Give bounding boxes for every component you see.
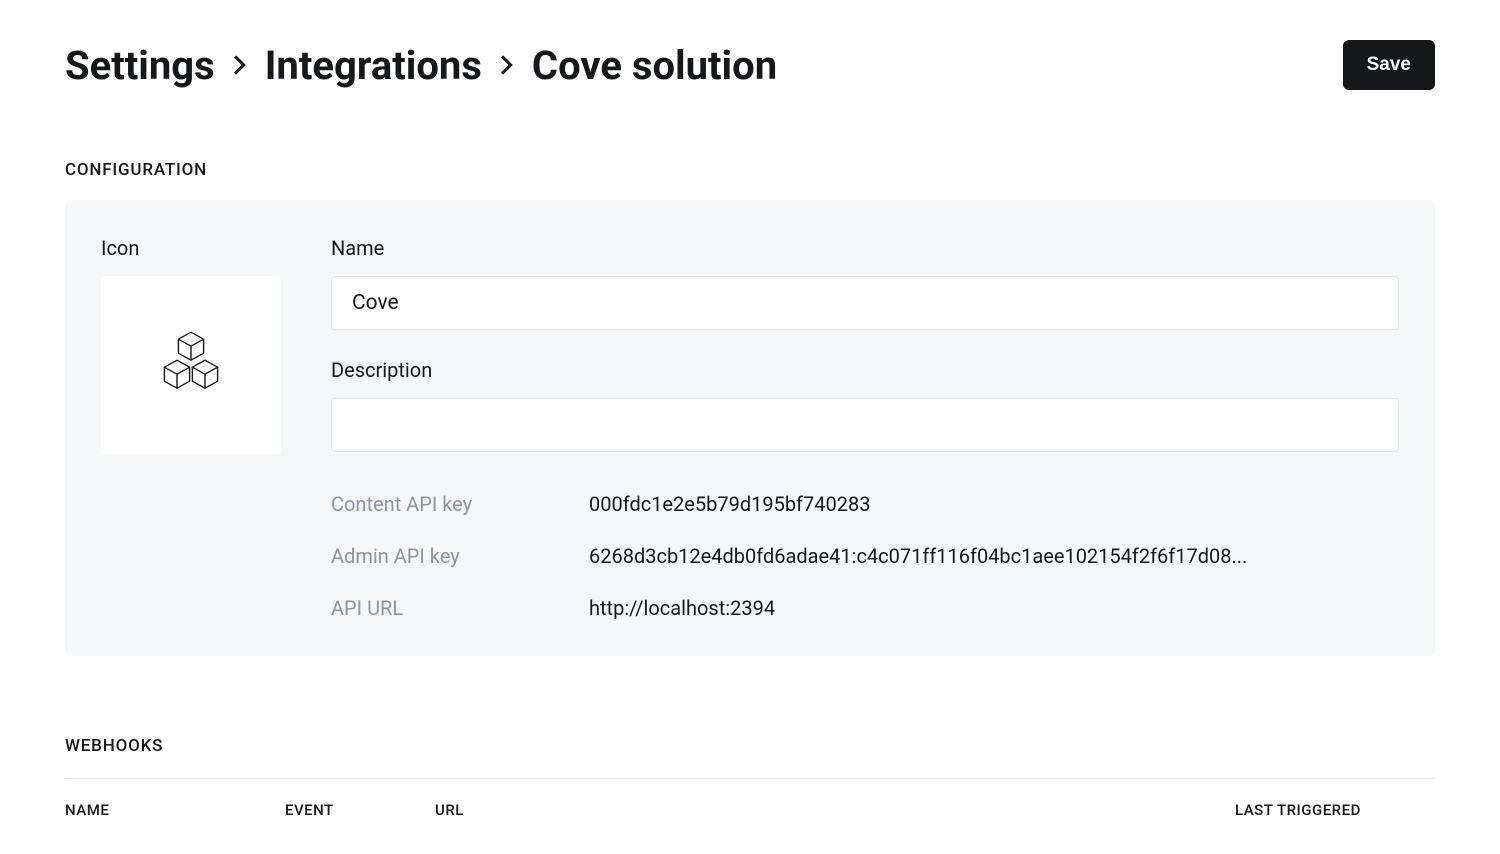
- description-field-label: Description: [331, 358, 1399, 382]
- breadcrumb-current: Cove solution: [532, 42, 777, 89]
- content-api-key-value[interactable]: 000fdc1e2e5b79d195bf740283: [589, 492, 1399, 516]
- description-input[interactable]: [331, 398, 1399, 452]
- admin-api-key-value[interactable]: 6268d3cb12e4db0fd6adae41:c4c071ff116f04b…: [589, 544, 1399, 568]
- chevron-right-icon: [500, 54, 514, 76]
- breadcrumb-settings[interactable]: Settings: [65, 42, 215, 89]
- webhooks-section-label: WEBHOOKS: [65, 736, 1435, 756]
- icon-field-label: Icon: [101, 236, 281, 260]
- api-url-value[interactable]: http://localhost:2394: [589, 596, 1399, 620]
- cubes-icon: [156, 328, 226, 402]
- webhooks-col-url: URL: [435, 801, 1175, 819]
- configuration-section-label: CONFIGURATION: [65, 160, 1435, 180]
- integration-icon-upload[interactable]: [101, 276, 281, 454]
- chevron-right-icon: [233, 54, 247, 76]
- content-api-key-label: Content API key: [331, 492, 589, 516]
- name-input[interactable]: [331, 276, 1399, 330]
- page-header: Settings Integrations Cove solution Save: [65, 40, 1435, 90]
- breadcrumb-integrations[interactable]: Integrations: [265, 42, 482, 89]
- webhooks-section: WEBHOOKS NAME EVENT URL LAST TRIGGERED: [65, 736, 1435, 819]
- admin-api-key-label: Admin API key: [331, 544, 589, 568]
- save-button[interactable]: Save: [1343, 40, 1435, 90]
- webhooks-col-event: EVENT: [285, 801, 375, 819]
- api-keys-block: Content API key 000fdc1e2e5b79d195bf7402…: [331, 492, 1399, 620]
- name-field-label: Name: [331, 236, 1399, 260]
- configuration-panel: Icon: [65, 200, 1435, 656]
- webhooks-col-name: NAME: [65, 801, 225, 819]
- webhooks-table-header: NAME EVENT URL LAST TRIGGERED: [65, 778, 1435, 819]
- breadcrumb: Settings Integrations Cove solution: [65, 42, 777, 89]
- webhooks-col-last-triggered: LAST TRIGGERED: [1235, 801, 1435, 819]
- api-url-label: API URL: [331, 596, 589, 620]
